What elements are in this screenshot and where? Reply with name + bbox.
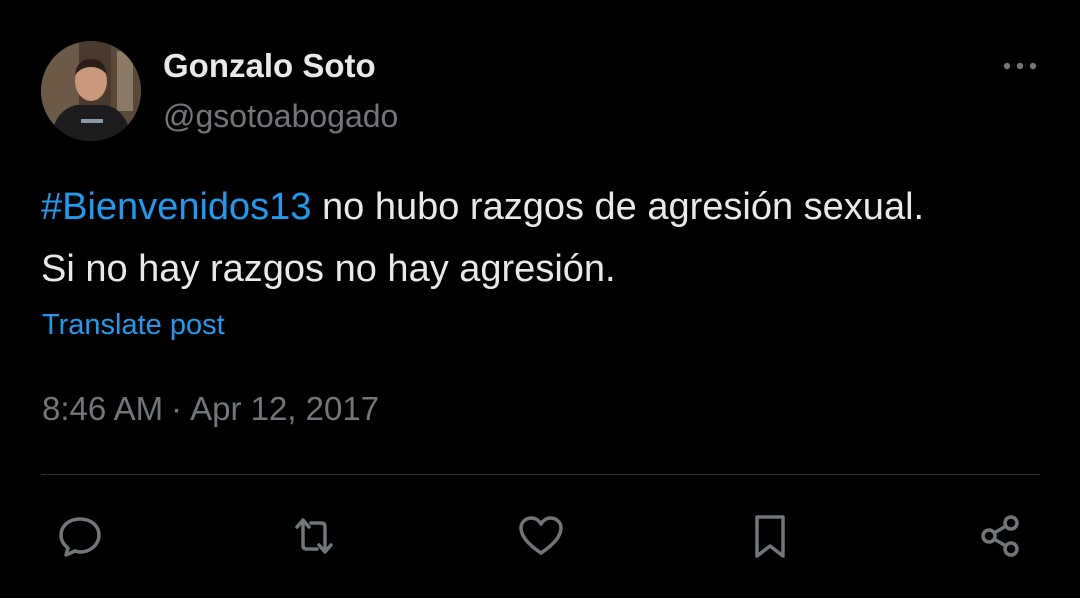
post-card: Gonzalo Soto @gsotoabogado #Bienvenidos1… [0,0,1080,598]
share-button[interactable] [972,508,1028,564]
post-text: #Bienvenidos13 no hubo razgos de agresió… [41,176,1051,300]
hashtag-link[interactable]: #Bienvenidos13 [41,186,311,228]
timestamp[interactable]: 8:46 AM · Apr 12, 2017 [42,387,379,431]
more-dots-icon [1003,62,1037,70]
post-time: 8:46 AM [42,390,164,427]
author-block[interactable]: Gonzalo Soto @gsotoabogado [163,44,398,138]
post-text-line2: Si no hay razgos no hay agresión. [41,248,616,290]
avatar-photo [41,41,141,141]
repost-button[interactable] [286,508,342,564]
post-date: Apr 12, 2017 [190,390,380,427]
bookmark-button[interactable] [742,508,798,564]
reply-button[interactable] [52,508,108,564]
heart-icon [519,516,563,555]
timestamp-separator: · [171,390,183,427]
translate-post-link[interactable]: Translate post [42,306,225,344]
author-handle[interactable]: @gsotoabogado [163,94,398,138]
share-nodes-icon [981,515,1019,557]
post-text-line1: no hubo razgos de agresión sexual. [311,186,925,228]
divider [41,474,1040,475]
speech-bubble-icon [59,517,101,557]
avatar[interactable] [41,41,141,141]
author-display-name[interactable]: Gonzalo Soto [163,44,398,88]
repost-arrows-icon [295,518,333,554]
bookmark-icon [755,515,785,558]
more-options-button[interactable] [1000,52,1040,80]
like-button[interactable] [513,508,569,564]
action-bar [0,508,1080,564]
